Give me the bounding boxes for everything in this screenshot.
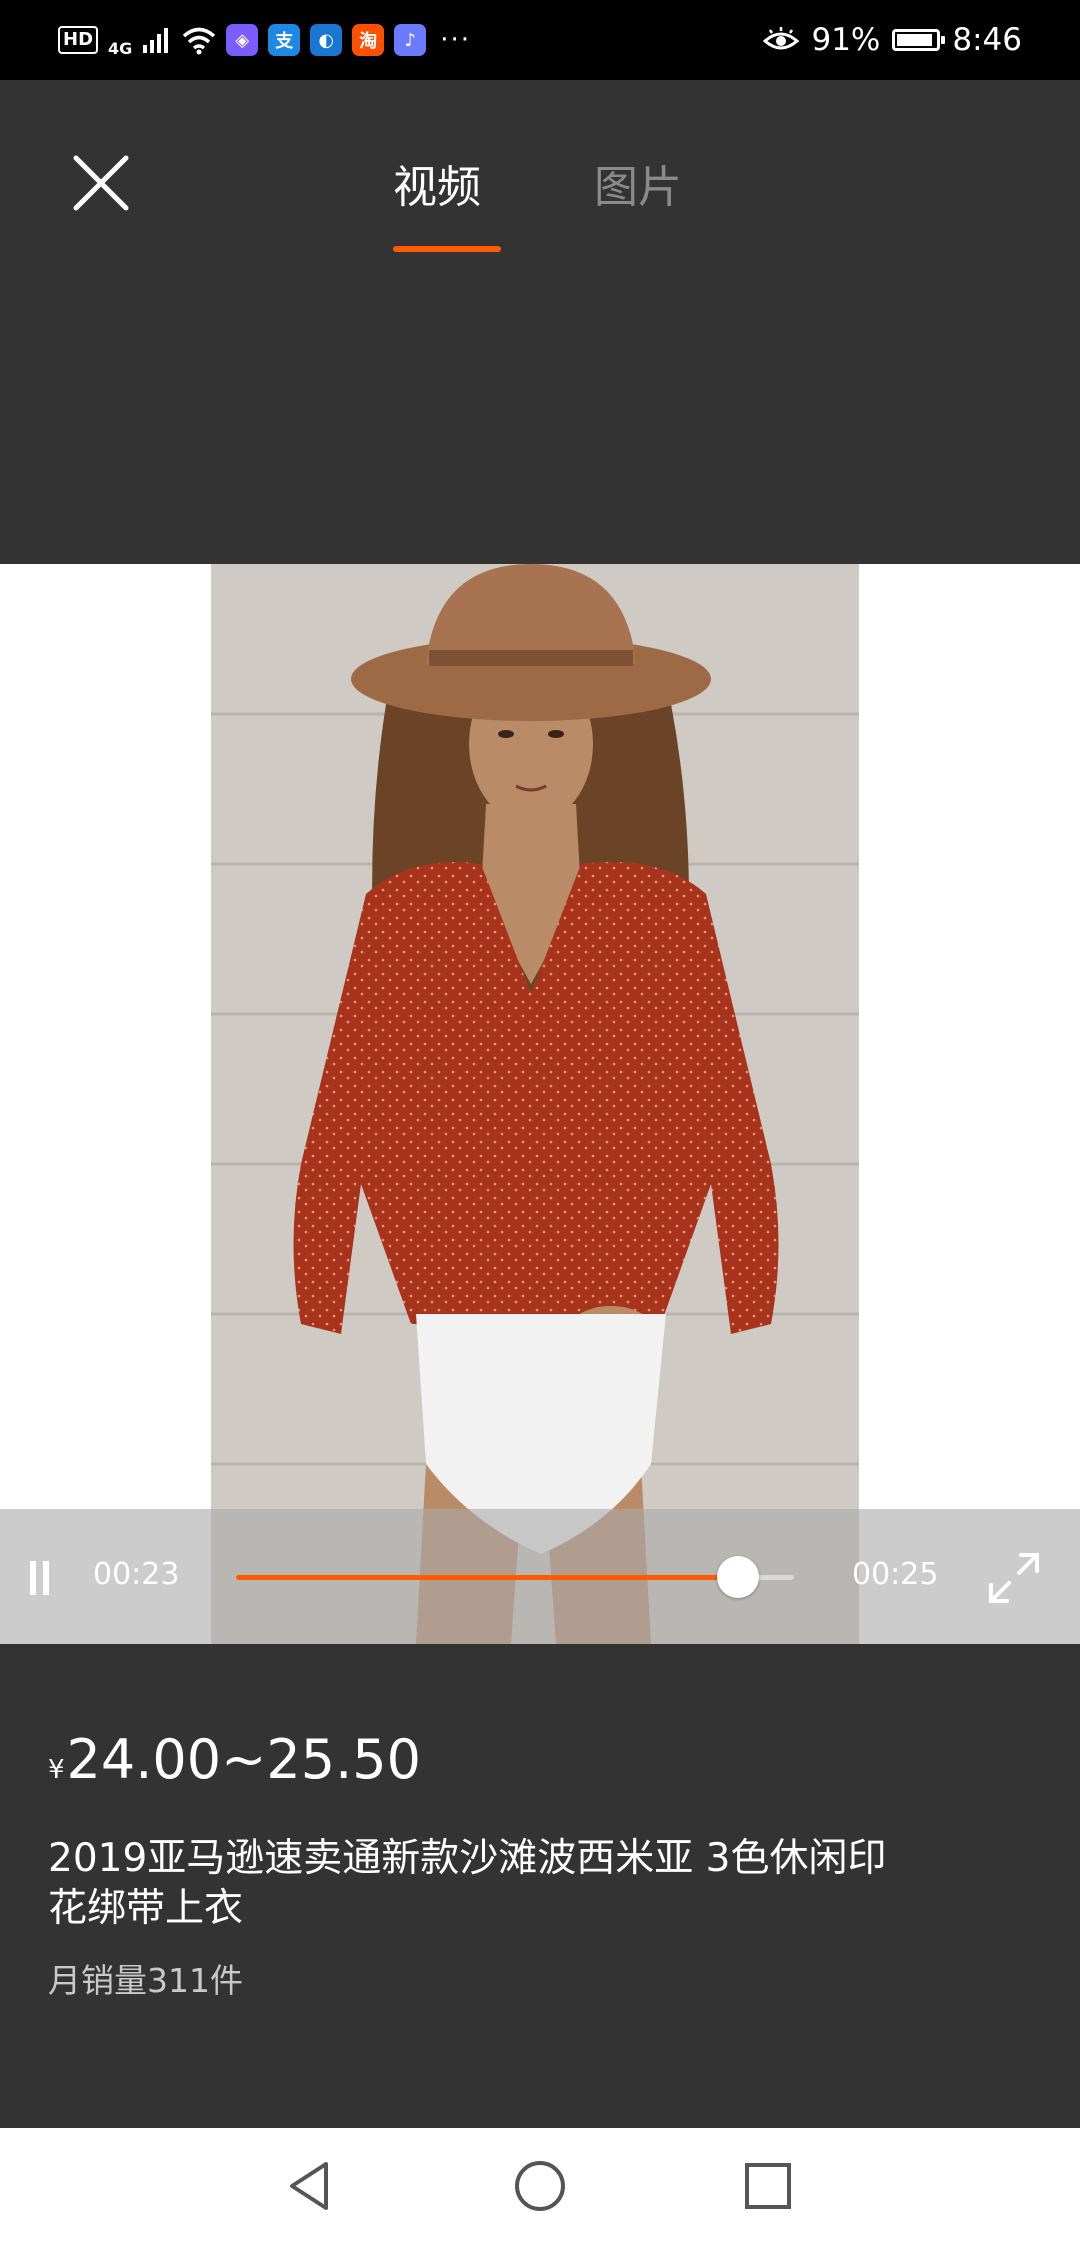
browser-icon: ◐ xyxy=(310,24,343,56)
current-time: 00:23 xyxy=(93,1557,180,1592)
price-range: 24.00~25.50 xyxy=(66,1728,421,1791)
hd-voice-badge: HD xyxy=(58,26,99,54)
price: ¥ 24.00~25.50 xyxy=(48,1728,421,1791)
eye-comfort-icon xyxy=(763,27,800,50)
video-player[interactable] xyxy=(0,564,1080,1644)
fullscreen-icon xyxy=(989,1553,1039,1603)
network-type-label: 4G xyxy=(108,38,133,58)
signal-icon xyxy=(143,28,169,53)
more-notifications-icon: ··· xyxy=(440,25,472,55)
system-nav-bar xyxy=(0,2128,1080,2244)
media-header xyxy=(0,80,1080,564)
home-icon xyxy=(515,2161,565,2211)
alipay-icon: 支 xyxy=(268,24,301,56)
monthly-sales: 月销量311件 xyxy=(48,1961,243,2000)
fullscreen-button[interactable] xyxy=(985,1549,1043,1607)
video-frame-image xyxy=(211,564,859,1644)
product-info: ¥ 24.00~25.50 2019亚马逊速卖通新款沙滩波西米亚 3色休闲印花绑… xyxy=(0,1644,1080,2128)
close-button[interactable] xyxy=(68,150,134,216)
recents-icon xyxy=(745,2163,791,2209)
back-icon xyxy=(290,2162,328,2210)
battery-icon xyxy=(892,29,946,51)
total-time: 00:25 xyxy=(852,1557,939,1592)
battery-percentage: 91% xyxy=(811,22,881,58)
seek-bar[interactable] xyxy=(236,1556,794,1598)
video-frame-illustration xyxy=(211,564,859,1644)
nav-recents-button[interactable] xyxy=(738,2156,798,2216)
tab-video[interactable]: 视频 xyxy=(393,160,481,216)
seek-bar-progress xyxy=(236,1575,739,1580)
product-title: 2019亚马逊速卖通新款沙滩波西米亚 3色休闲印花绑带上衣 xyxy=(48,1836,887,1931)
active-tab-indicator xyxy=(393,246,501,252)
wifi-icon xyxy=(183,27,216,55)
nav-back-button[interactable] xyxy=(280,2156,340,2216)
tab-photos[interactable]: 图片 xyxy=(594,160,682,216)
cube-app-icon: ◈ xyxy=(226,24,259,56)
clock: 8:46 xyxy=(952,22,1022,58)
nav-home-button[interactable] xyxy=(510,2156,570,2216)
pause-button[interactable] xyxy=(28,1561,52,1595)
status-bar: HD 4G ◈ 支 ◐ 淘 ♪ ··· 91% 8:46 xyxy=(0,0,1080,80)
video-controls: 00:23 00:25 xyxy=(0,1509,1080,1644)
currency-symbol: ¥ xyxy=(48,1755,65,1785)
seek-bar-thumb[interactable] xyxy=(717,1556,760,1598)
taobao-icon: 淘 xyxy=(352,24,385,56)
music-icon: ♪ xyxy=(394,24,427,56)
